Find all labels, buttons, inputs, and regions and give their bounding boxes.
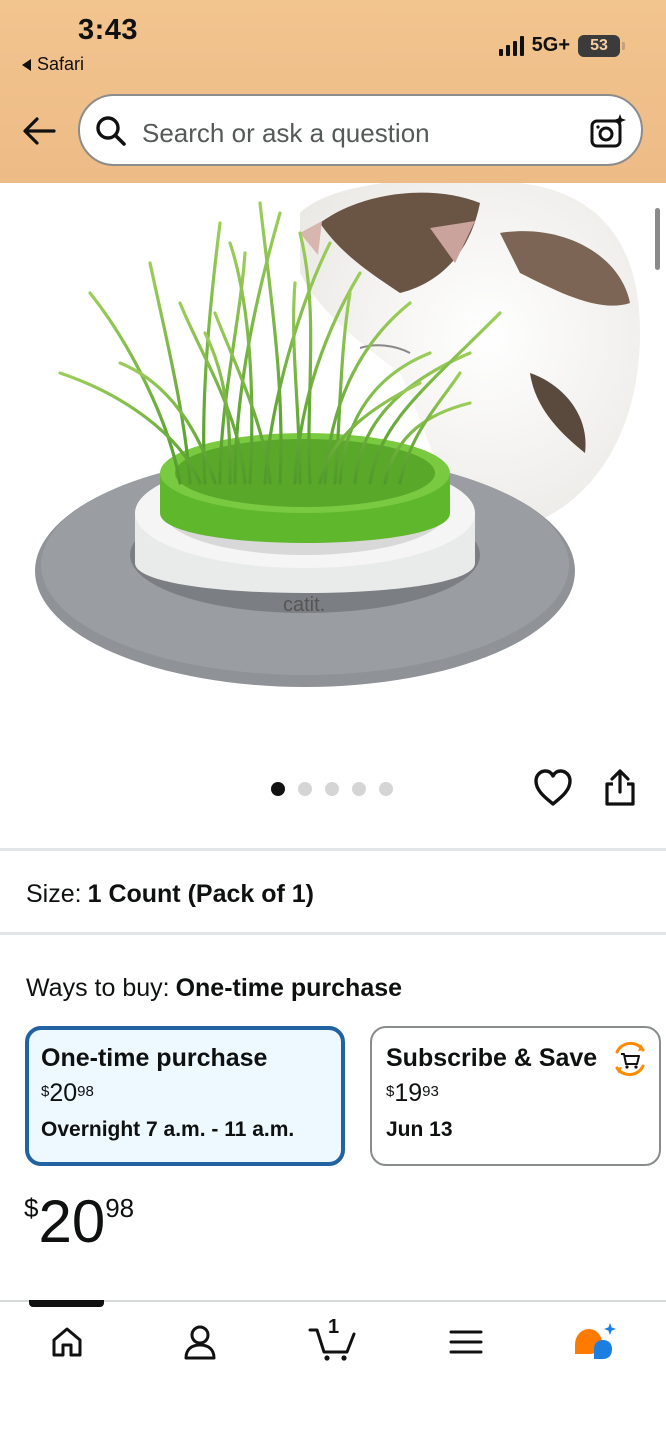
status-time: 3:43 [78,14,139,46]
subscribe-cart-icon [615,1041,645,1077]
camera-search-icon[interactable] [589,112,627,150]
option-title: One-time purchase [41,1044,268,1072]
section-divider [0,932,666,935]
nav-home[interactable] [42,1320,92,1364]
nav-menu[interactable] [441,1320,491,1364]
heart-icon[interactable] [532,767,574,809]
subscribe-and-save-option[interactable]: Subscribe & Save $1993 Jun 13 [370,1026,661,1166]
signal-icon [498,35,524,56]
home-icon [52,1327,82,1357]
pagination-dot[interactable] [352,782,366,796]
search-bar[interactable]: Search or ask a question [78,94,643,166]
product-image[interactable]: catit. [0,183,666,743]
pagination-dot[interactable] [325,782,339,796]
search-icon [96,116,126,146]
menu-icon [449,1330,483,1354]
nav-account[interactable] [175,1320,225,1364]
battery-level: 53 [590,36,608,54]
back-triangle-icon [22,58,31,71]
size-selector[interactable]: Size: 1 Count (Pack of 1) [26,880,314,909]
option-price: $2098 [41,1079,94,1107]
size-label: Size: [26,880,82,908]
network-type: 5G+ [531,34,570,56]
pagination-dot[interactable] [379,782,393,796]
option-delivery: Overnight 7 a.m. - 11 a.m. [41,1118,295,1141]
ways-to-buy-selected: One-time purchase [175,974,403,1002]
option-delivery: Jun 13 [386,1118,453,1141]
account-icon [184,1325,216,1360]
battery-icon: 53 [578,34,625,57]
nav-cart[interactable]: 1 [306,1316,360,1364]
header-bar: 3:43 Safari 5G+ 53 Search or ask a quest… [0,0,666,183]
brand-logo: catit. [283,594,325,616]
option-title: Subscribe & Save [386,1044,598,1072]
product-price: $2098 [24,1188,135,1255]
status-indicators: 5G+ 53 [498,34,625,57]
section-divider [0,848,666,851]
ways-to-buy: Ways to buy: One-time purchase [26,974,402,1003]
back-to-app-link[interactable]: Safari [22,54,84,75]
active-tab-indicator [29,1300,104,1307]
product-photo: catit. [0,183,666,743]
cart-count-badge: 1 [328,1316,340,1338]
one-time-purchase-option[interactable]: One-time purchase $2098 Overnight 7 a.m.… [25,1026,345,1166]
pagination-dot[interactable] [271,782,285,796]
pagination-dot[interactable] [298,782,312,796]
rufus-icon [575,1323,616,1359]
nav-rufus[interactable] [570,1320,620,1364]
share-icon[interactable] [602,768,638,808]
search-input[interactable]: Search or ask a question [142,118,430,149]
ways-to-buy-label: Ways to buy: [26,974,170,1002]
image-pagination[interactable] [271,782,393,796]
back-arrow-icon[interactable] [20,112,58,150]
size-value: 1 Count (Pack of 1) [87,880,315,908]
option-price: $1993 [386,1079,439,1107]
scrollbar[interactable] [655,208,660,270]
back-app-label: Safari [37,54,85,74]
